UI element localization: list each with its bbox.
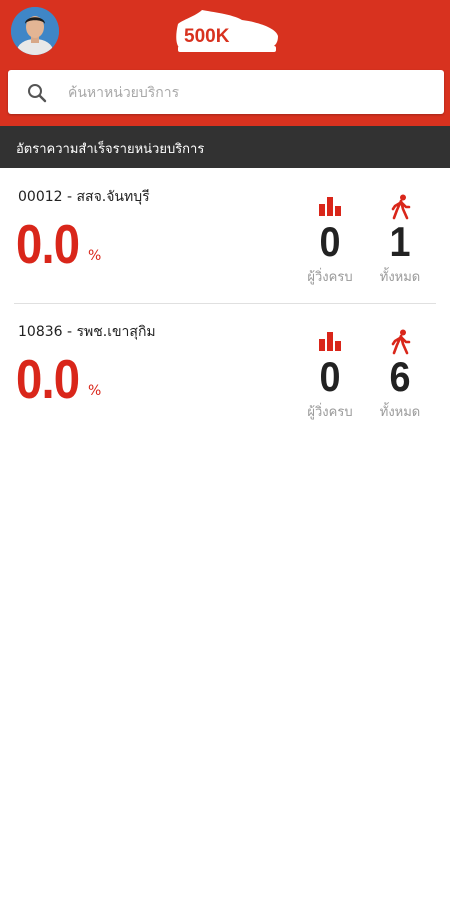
finished-runners-count: 0 bbox=[319, 218, 341, 265]
app-header: 500K bbox=[0, 0, 450, 126]
avatar-image bbox=[11, 7, 59, 55]
total-runners-label: ทั้งหมด bbox=[379, 270, 421, 285]
walking-person-icon bbox=[391, 329, 411, 355]
total-runners-label: ทั้งหมด bbox=[379, 405, 421, 420]
finished-runners-count: 0 bbox=[319, 353, 341, 400]
app-logo: 500K bbox=[172, 6, 282, 56]
total-runners-count: 1 bbox=[389, 218, 411, 265]
unit-card[interactable]: 10836 - รพช.เขาสุกิม 0.0 % 0 ผู้วิ่งครบ … bbox=[0, 305, 450, 439]
search-bar[interactable] bbox=[8, 70, 444, 114]
user-avatar[interactable] bbox=[11, 7, 59, 55]
section-header: อัตราความสำเร็จรายหน่วยบริการ bbox=[0, 126, 450, 168]
finished-runners-label: ผู้วิ่งครบ bbox=[307, 405, 353, 420]
logo-text: 500K bbox=[184, 26, 230, 47]
section-title: อัตราความสำเร็จรายหน่วยบริการ bbox=[16, 142, 205, 157]
percent-sign: % bbox=[88, 248, 102, 264]
bar-chart-icon bbox=[319, 197, 341, 216]
unit-name: 00012 - สสจ.จันทบุรี bbox=[18, 189, 150, 205]
percent-sign: % bbox=[88, 383, 102, 399]
success-rate-value: 0.0 bbox=[16, 213, 80, 275]
finished-runners-label: ผู้วิ่งครบ bbox=[307, 270, 353, 285]
walking-person-icon bbox=[391, 194, 411, 220]
success-rate-value: 0.0 bbox=[16, 348, 80, 410]
list-divider bbox=[14, 303, 436, 304]
bar-chart-icon bbox=[319, 332, 341, 351]
unit-card[interactable]: 00012 - สสจ.จันทบุรี 0.0 % 0 ผู้วิ่งครบ … bbox=[0, 170, 450, 304]
unit-name: 10836 - รพช.เขาสุกิม bbox=[18, 324, 156, 340]
search-input[interactable] bbox=[66, 78, 430, 108]
total-runners-count: 6 bbox=[389, 353, 411, 400]
search-icon bbox=[28, 84, 47, 103]
